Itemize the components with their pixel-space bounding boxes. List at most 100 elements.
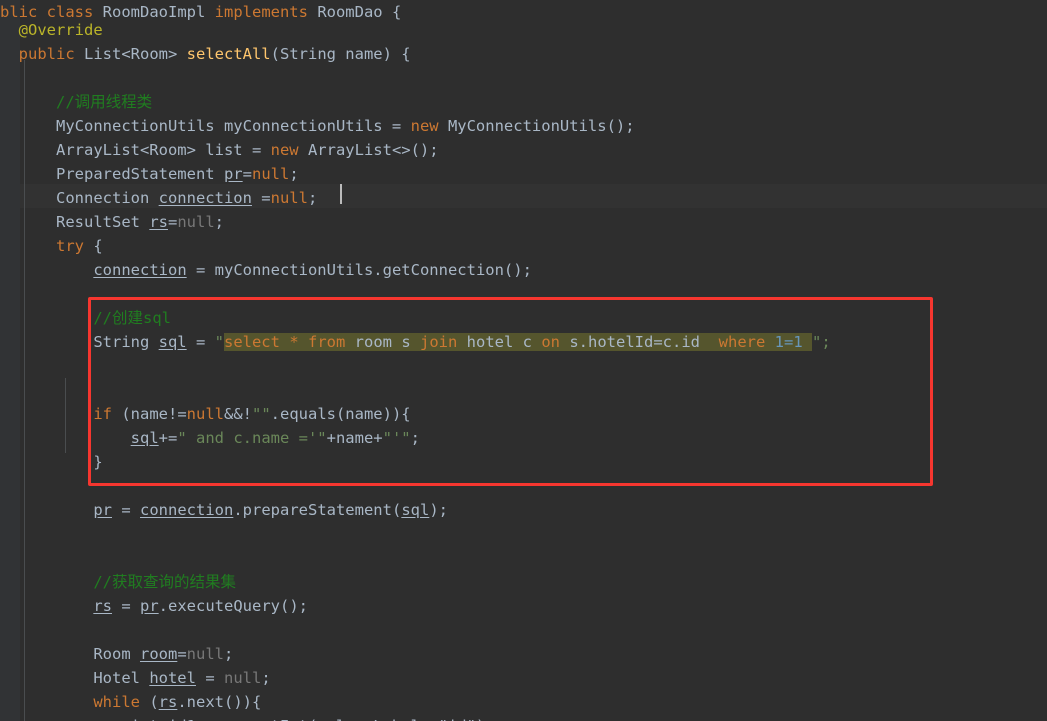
- code-token: join: [420, 333, 467, 351]
- code-token: =: [112, 597, 140, 615]
- code-token: sql: [401, 501, 430, 519]
- code-token: sql: [158, 333, 187, 351]
- code-token: List<Room>: [84, 45, 187, 63]
- code-line[interactable]: ArrayList<Room> list = new ArrayList<>()…: [0, 138, 439, 162]
- code-token: =: [195, 669, 224, 687]
- code-line[interactable]: int id1 = rs.getInt(columnLabel: "id"): [0, 714, 486, 721]
- code-line[interactable]: try {: [0, 234, 103, 258]
- code-token: Hotel: [0, 669, 150, 687]
- code-line[interactable]: MyConnectionUtils myConnectionUtils = ne…: [0, 114, 635, 138]
- code-token: room: [354, 333, 402, 351]
- code-token: }: [0, 453, 103, 471]
- code-token: "": [251, 405, 271, 423]
- code-token: =: [186, 333, 215, 351]
- code-line[interactable]: sql+=" and c.name ='"+name+"'";: [0, 426, 420, 450]
- code-token: ;: [214, 213, 224, 231]
- code-token: RoomDao {: [317, 3, 402, 21]
- code-line[interactable]: Hotel hotel = null;: [0, 666, 270, 690]
- code-token: null: [177, 213, 215, 231]
- code-token: pr: [93, 501, 112, 519]
- code-token: s.hotelId=c.id: [569, 333, 719, 351]
- code-token: s: [401, 333, 420, 351]
- code-line[interactable]: connection = myConnectionUtils.getConnec…: [0, 258, 532, 282]
- code-token: (: [140, 693, 159, 711]
- code-line[interactable]: Room room=null;: [0, 642, 233, 666]
- code-token: @Override: [18, 21, 103, 39]
- code-token: select: [223, 333, 290, 351]
- code-token: //调用线程类: [56, 93, 153, 111]
- code-line[interactable]: //调用线程类: [0, 90, 152, 114]
- code-token: null: [251, 165, 290, 183]
- code-token: =: [112, 501, 140, 519]
- code-line[interactable]: pr = connection.prepareStatement(sql);: [0, 498, 448, 522]
- code-line[interactable]: //获取查询的结果集: [0, 570, 236, 594]
- code-token: =: [251, 189, 271, 207]
- code-token: (String name) {: [270, 45, 411, 63]
- code-line[interactable]: @Override: [0, 18, 103, 42]
- code-token: try: [56, 237, 84, 255]
- code-token: connection: [140, 501, 234, 519]
- code-token: pr: [223, 165, 243, 183]
- code-text-area[interactable]: blic class RoomDaoImpl implements RoomDa…: [0, 0, 1047, 721]
- code-token: " and c.name ='": [177, 429, 327, 447]
- text-caret: [340, 184, 342, 204]
- code-token: new: [410, 117, 448, 135]
- code-token: ": [214, 333, 224, 351]
- code-line[interactable]: public List<Room> selectAll(String name)…: [0, 42, 411, 66]
- code-token: on: [541, 333, 570, 351]
- code-token: ;: [289, 165, 299, 183]
- code-token: int id1 = rs.getInt(columnLabel: "id"): [0, 717, 486, 721]
- code-token: +name+: [326, 429, 383, 447]
- code-token: 1=1: [774, 333, 812, 351]
- code-token: room: [139, 645, 178, 663]
- code-token: sql: [130, 429, 159, 447]
- code-line[interactable]: ResultSet rs=null;: [0, 210, 224, 234]
- code-token: =: [167, 213, 178, 231]
- code-token: implements: [214, 3, 318, 21]
- code-token: null: [186, 645, 224, 663]
- code-line[interactable]: if (name!=null&&!"".equals(name)){: [0, 402, 411, 426]
- code-token: .prepareStatement(: [233, 501, 402, 519]
- code-token: ";: [811, 333, 831, 351]
- code-token: connection: [158, 189, 252, 207]
- code-editor[interactable]: blic class RoomDaoImpl implements RoomDa…: [0, 0, 1047, 721]
- code-token: .equals(name)){: [270, 405, 411, 423]
- code-token: null: [223, 669, 262, 687]
- code-line[interactable]: while (rs.next()){: [0, 690, 261, 714]
- code-token: MyConnectionUtils myConnectionUtils =: [0, 117, 411, 135]
- code-line[interactable]: String sql = "select * from room s join …: [0, 330, 831, 354]
- code-token: String: [0, 333, 159, 351]
- code-token: where: [718, 333, 775, 351]
- code-token: = myConnectionUtils.getConnection();: [186, 261, 532, 279]
- code-line[interactable]: PreparedStatement pr=null;: [0, 162, 299, 186]
- code-line[interactable]: rs = pr.executeQuery();: [0, 594, 308, 618]
- code-token: &&!: [223, 405, 252, 423]
- code-line[interactable]: //创建sql: [0, 306, 171, 330]
- code-token: hotel: [149, 669, 196, 687]
- code-token: Connection: [0, 189, 159, 207]
- code-token: .next()){: [177, 693, 262, 711]
- code-token: .executeQuery();: [158, 597, 308, 615]
- code-token: //获取查询的结果集: [93, 573, 236, 591]
- code-token: MyConnectionUtils();: [447, 117, 635, 135]
- code-token: while: [93, 693, 140, 711]
- code-token: PreparedStatement: [0, 165, 224, 183]
- code-line[interactable]: }: [0, 450, 103, 474]
- code-token: new: [270, 141, 308, 159]
- code-token: =: [177, 645, 187, 663]
- code-token: *: [289, 333, 308, 351]
- code-token: hotel: [466, 333, 523, 351]
- code-line[interactable]: Connection connection =null;: [0, 186, 317, 210]
- code-token: //创建sql: [93, 309, 171, 327]
- code-token: ArrayList<>();: [307, 141, 439, 159]
- code-token: rs: [93, 597, 112, 615]
- code-token: connection: [93, 261, 187, 279]
